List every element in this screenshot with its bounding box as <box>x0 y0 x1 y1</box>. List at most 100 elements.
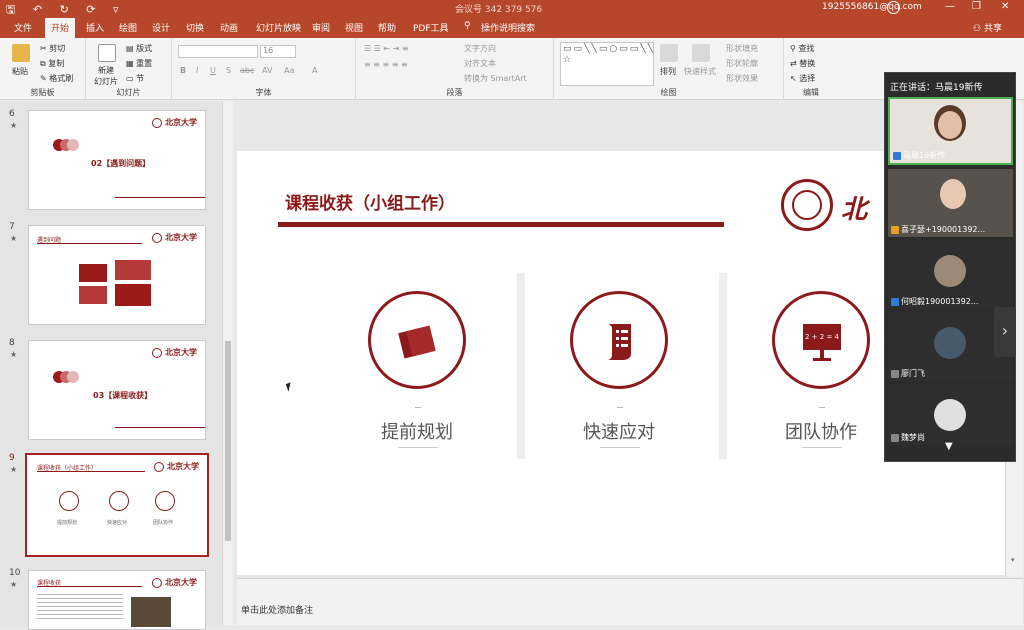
cursor-icon: ↖ <box>790 74 800 83</box>
slide-number: 9 <box>9 453 15 463</box>
new-slide-icon[interactable] <box>98 44 116 62</box>
paste-icon[interactable] <box>12 44 30 62</box>
copy-button[interactable]: ⧉ 复制 <box>40 58 64 69</box>
tab-pdf-tools[interactable]: PDF工具 <box>413 21 449 34</box>
new-slide-button[interactable]: 新建 幻灯片 <box>94 65 118 87</box>
university-logo: 北京大学 <box>152 232 197 243</box>
tell-me-search[interactable]: 操作说明搜索 <box>481 21 535 34</box>
replace-button[interactable]: ⇄ 替换 <box>790 58 815 69</box>
arrange-button[interactable]: 排列 <box>660 66 676 77</box>
select-label: 选择 <box>799 74 816 83</box>
slide-thumbnail-7[interactable]: 遇到问题 北京大学 <box>28 225 206 325</box>
cut-button[interactable]: ✂ 剪切 <box>40 43 65 54</box>
participant-tile[interactable]: 喜子瑟+190001392... <box>888 169 1013 237</box>
underline-button[interactable]: U <box>210 66 216 75</box>
close-button[interactable]: ✕ <box>1001 1 1009 12</box>
scrollbar-thumb[interactable] <box>225 341 231 541</box>
shape-effects-button[interactable]: 形状效果 <box>726 73 758 84</box>
participant-tile[interactable]: 魏梦尚 <box>888 385 1013 445</box>
item-label-plan[interactable]: 提前规划 <box>352 418 482 444</box>
person-icon: ⚇ <box>973 24 984 34</box>
avatar[interactable] <box>887 1 900 14</box>
slide-thumbnail-9-selected[interactable]: 课程收获（小组工作） 北京大学 提前规划 快速应对 团队协作 <box>25 453 209 557</box>
slide-title[interactable]: 课程收获（小组工作） <box>285 189 455 214</box>
participant-avatar <box>934 327 966 359</box>
thumbnail-scrollbar[interactable] <box>222 101 233 625</box>
tab-help[interactable]: 帮助 <box>378 21 396 34</box>
format-painter-button[interactable]: ✎ 格式刷 <box>40 73 73 84</box>
reset-label: 重置 <box>136 59 153 68</box>
participant-tile[interactable]: 何昭毅190001392... <box>888 241 1013 309</box>
share-button[interactable]: ⚇ 共享 <box>973 21 1002 34</box>
scroll-down-icon[interactable]: ▼ <box>945 441 953 452</box>
tab-file[interactable]: 文件 <box>14 21 32 34</box>
shape-fill-button[interactable]: 形状填充 <box>726 43 758 54</box>
smartart-button[interactable]: 转换为 SmartArt <box>464 73 527 84</box>
layout-button[interactable]: ▤ 版式 <box>126 43 152 54</box>
paste-button[interactable]: 粘贴 <box>12 66 28 77</box>
font-color-button[interactable]: A <box>312 66 317 75</box>
notes-placeholder[interactable]: 单击此处添加备注 <box>241 603 313 616</box>
participant-name: 廖门飞 <box>891 368 925 379</box>
text-direction-button[interactable]: 文字方向 <box>464 43 496 54</box>
account-email[interactable]: 1925556861@qq.com <box>822 2 922 12</box>
dot-icon <box>67 371 79 383</box>
font-size-combo[interactable]: 16 <box>260 45 296 58</box>
shape-outline-button[interactable]: 形状轮廓 <box>726 58 758 69</box>
university-logo: 北京大学 <box>152 347 197 358</box>
books-icon <box>368 291 466 389</box>
bullets-icon[interactable]: ☰ ☰ ⇤ ⇥ ≡ <box>364 44 409 53</box>
scroll-icon <box>109 491 129 511</box>
find-button[interactable]: ⚲ 查找 <box>790 43 814 54</box>
slide-thumbnail-6[interactable]: 北京大学 02【遇到问题】 <box>28 110 206 210</box>
minimize-button[interactable]: — <box>945 1 955 12</box>
text-block <box>37 591 123 621</box>
bold-button[interactable]: B <box>180 66 186 75</box>
column-separator <box>517 273 525 459</box>
slide-thumbnail-8[interactable]: 北京大学 03【课程收获】 <box>28 340 206 440</box>
item-label-teamwork[interactable]: 团队协作 <box>756 418 886 444</box>
quick-styles-button[interactable]: 快速样式 <box>684 66 716 77</box>
slide-thumbnail-pane: 6 ★ 北京大学 02【遇到问题】 7 ★ 遇到问题 北京大学 8 ★ 北京大学… <box>0 101 233 630</box>
tab-review[interactable]: 审阅 <box>312 21 330 34</box>
chevron-right-icon[interactable]: › <box>994 307 1016 357</box>
lightbulb-icon: ⚲ <box>464 21 471 31</box>
tab-draw[interactable]: 绘图 <box>119 21 137 34</box>
char-spacing-button[interactable]: AV <box>262 66 272 75</box>
notes-pane[interactable]: 单击此处添加备注 <box>237 578 1023 625</box>
copy-label: 复制 <box>48 59 65 68</box>
slide-thumbnail-10[interactable]: 课程收获 北京大学 <box>28 570 206 630</box>
tab-transitions[interactable]: 切换 <box>186 21 204 34</box>
slide-number: 6 <box>9 109 15 119</box>
tab-home[interactable]: 开始 <box>45 18 76 38</box>
change-case-button[interactable]: Aa <box>284 66 294 75</box>
participant-avatar <box>934 399 966 431</box>
scroll-down-icon[interactable]: ▾ <box>1011 556 1015 564</box>
align-icon[interactable]: ≡ ≡ ≡ ≡ ≡ <box>364 60 408 69</box>
strikethrough-button[interactable]: abc <box>240 66 254 75</box>
quick-styles-icon[interactable] <box>692 44 710 62</box>
tab-view[interactable]: 视图 <box>345 21 363 34</box>
shadow-button[interactable]: S <box>226 66 231 75</box>
university-logo: 北京大学 <box>152 577 197 588</box>
tab-slideshow[interactable]: 幻灯片放映 <box>256 21 301 34</box>
section-button[interactable]: ▭ 节 <box>126 73 144 84</box>
arrange-icon[interactable] <box>660 44 678 62</box>
slides-group: 新建 幻灯片 ▤ 版式 ▦ 重置 ▭ 节 幻灯片 <box>86 38 172 100</box>
tab-insert[interactable]: 插入 <box>86 21 104 34</box>
tab-animations[interactable]: 动画 <box>220 21 238 34</box>
participant-tile[interactable]: 马晨19新传 <box>888 97 1013 165</box>
align-text-button[interactable]: 对齐文本 <box>464 58 496 69</box>
select-button[interactable]: ↖ 选择 <box>790 73 815 84</box>
item-label-respond[interactable]: 快速应对 <box>554 418 684 444</box>
participant-name-text: 马晨19新传 <box>903 151 946 160</box>
label-dot <box>617 407 623 408</box>
italic-button[interactable]: I <box>196 66 198 75</box>
peking-university-seal-icon <box>781 179 833 231</box>
dot-icon <box>67 139 79 151</box>
reset-button[interactable]: ▦ 重置 <box>126 58 152 69</box>
font-name-combo[interactable] <box>178 45 258 58</box>
tab-design[interactable]: 设计 <box>152 21 170 34</box>
restore-button[interactable]: ❐ <box>972 1 981 12</box>
shapes-gallery[interactable]: ▭▭╲╲▭○▭▭╲╲⇧⇩⬠▢☆◠◡⌒{}☆ <box>560 42 654 86</box>
